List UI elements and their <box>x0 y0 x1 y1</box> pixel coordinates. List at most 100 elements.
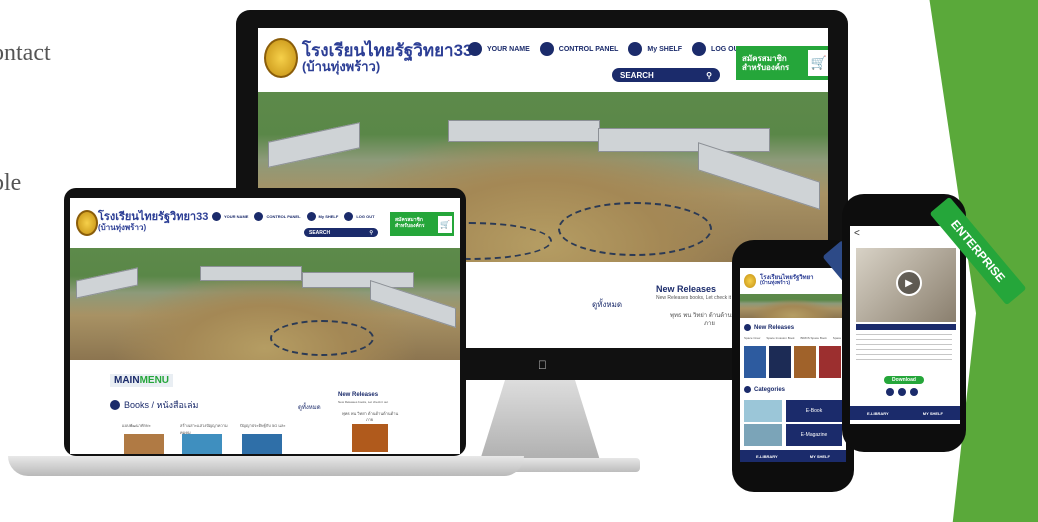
member-line2: สำหรับองค์กร <box>742 63 790 72</box>
laptop-brand[interactable]: โรงเรียนไทยรัฐวิทยา33 (บ้านทุ่งพร้าว) <box>98 211 208 232</box>
pro-cat-thumb-2[interactable] <box>744 424 782 446</box>
laptop-book-cover-2[interactable] <box>182 434 222 454</box>
share-icon-3[interactable] <box>910 388 918 396</box>
logout-icon[interactable] <box>692 42 707 56</box>
main-menu-b: MENU <box>139 375 170 386</box>
laptop-screen: โรงเรียนไทยรัฐวิทยา33 (บ้านทุ่งพร้าว) YO… <box>70 198 460 454</box>
laptop-book-cover-1[interactable] <box>124 434 164 454</box>
desktop-member-button[interactable]: สมัครสมาชิก สำหรับองค์กร 🛒 <box>736 46 828 80</box>
desktop-header: โรงเรียนไทยรัฐวิทยา33 (บ้านทุ่งพร้าว) YO… <box>258 28 828 92</box>
laptop-book-cover-3[interactable] <box>242 434 282 454</box>
cart-icon: 🛒 <box>808 50 828 76</box>
pro-nav-myshelf[interactable]: MY SHELF <box>810 454 830 459</box>
laptop-logo-icon <box>76 210 98 236</box>
laptop-main-menu: MAINMENU <box>110 374 174 387</box>
book-icon[interactable] <box>628 42 643 56</box>
side-text-2: ble <box>0 170 22 196</box>
laptop-nav-my-shelf[interactable]: My SHELF <box>319 214 339 219</box>
pro-book-cover-3[interactable] <box>794 346 816 378</box>
pro-small-label-3: BIRDS Space Book <box>800 336 827 340</box>
enterprise-nav-elibrary[interactable]: E-LIBRARY <box>867 411 889 416</box>
desktop-nav: YOUR NAME CONTROL PANEL My SHELF LOG OUT <box>468 42 743 56</box>
desktop-school-sub: (บ้านทุ่งพร้าว) <box>302 58 381 74</box>
pro-cat-ebook[interactable]: E-Book <box>786 400 842 422</box>
laptop-new-releases-title: New Releases <box>338 392 379 398</box>
download-button[interactable]: Download <box>884 376 924 384</box>
laptop-book-caption-2: ภาย <box>366 417 374 422</box>
pro-phone-screen: โรงเรียนไทยรัฐวิทยา (บ้านทุ่งพร้าว) New … <box>740 268 846 462</box>
enterprise-title-bar <box>856 324 956 330</box>
play-icon[interactable]: ▶ <box>896 270 922 296</box>
desktop-new-releases-sub: New Releases books, Let check it <box>656 295 732 301</box>
pro-aerial-photo <box>740 294 846 318</box>
laptop-search-label: SEARCH <box>309 229 331 236</box>
member-line1: สมัครสมาชิก <box>742 53 787 63</box>
back-chevron-icon[interactable]: < <box>854 228 860 239</box>
search-icon[interactable]: ⚲ <box>706 71 712 80</box>
pro-logo-icon <box>744 274 756 288</box>
pro-small-label-4: Space <box>832 336 842 340</box>
share-icons <box>886 388 918 396</box>
laptop-nav-control-panel[interactable]: CONTROL PANEL <box>266 214 300 219</box>
laptop-release-cover[interactable] <box>352 424 388 452</box>
desktop-see-all-link[interactable]: ดูทั้งหมด <box>592 298 622 311</box>
side-text-1: ontact <box>0 40 51 66</box>
laptop-see-all-link[interactable]: ดูทั้งหมด <box>298 402 321 412</box>
pro-categories-icon <box>744 386 751 393</box>
desktop-school-name: โรงเรียนไทยรัฐวิทยา33 <box>302 41 473 60</box>
laptop-member-button[interactable]: สมัครสมาชิก สำหรับองค์กร 🛒 <box>390 212 454 236</box>
pro-nav-elibrary[interactable]: E-LIBRARY <box>756 454 778 459</box>
desktop-book-caption: พุทธ พน วิทย่า ด้านด้านพ <box>670 313 736 319</box>
laptop-logout-icon[interactable] <box>344 212 354 221</box>
laptop-gear-icon[interactable] <box>254 212 264 221</box>
nav-my-shelf[interactable]: My SHELF <box>647 46 682 53</box>
laptop-nav-your-name[interactable]: YOUR NAME <box>224 214 248 219</box>
pro-school-sub: (บ้านทุ่งพร้าว) <box>760 280 791 287</box>
laptop-cart-icon: 🛒 <box>438 215 452 233</box>
enterprise-video-thumbnail[interactable]: ▶ <box>856 248 956 322</box>
enterprise-nav-myshelf[interactable]: MY SHELF <box>923 411 943 416</box>
gear-icon[interactable] <box>539 42 554 56</box>
nav-control-panel[interactable]: CONTROL PANEL <box>559 46 619 53</box>
laptop-books-heading[interactable]: Books / หนังสือเล่ม <box>110 398 198 412</box>
pro-cat-emagazine[interactable]: E-Magazine <box>786 424 842 446</box>
laptop-member-line2: สำหรับองค์กร <box>395 223 425 229</box>
pro-book-cover-4[interactable] <box>819 346 841 378</box>
laptop-base <box>8 456 524 476</box>
desktop-book-caption-2: ภาย <box>704 321 715 327</box>
pro-small-label-2: Space Invasion Book <box>766 336 795 340</box>
pro-bottom-nav: E-LIBRARY MY SHELF <box>740 450 846 462</box>
pro-book-cover-1[interactable] <box>744 346 766 378</box>
share-icon-1[interactable] <box>886 388 894 396</box>
search-label: SEARCH <box>620 70 654 80</box>
laptop-user-icon[interactable] <box>212 212 221 221</box>
pro-categories: Categories <box>744 386 785 393</box>
pro-small-labels: Space Crew Space Invasion Book BIRDS Spa… <box>744 336 841 340</box>
enterprise-bottom-nav: E-LIBRARY MY SHELF <box>850 406 960 420</box>
books-icon <box>110 400 120 410</box>
laptop-nav-log-out[interactable]: LOG OUT <box>356 214 374 219</box>
laptop-book-title-3[interactable]: ปัญญาประดิษฐ์กับ 5G และ <box>240 422 290 429</box>
pro-small-label-1: Space Crew <box>744 336 761 340</box>
share-icon-2[interactable] <box>898 388 906 396</box>
desktop-search-input[interactable]: SEARCH ⚲ <box>612 68 720 82</box>
laptop-search-input[interactable]: SEARCH ⚲ <box>304 228 378 237</box>
desktop-new-releases-title: New Releases <box>656 284 717 294</box>
pro-new-releases-icon <box>744 324 751 331</box>
user-icon[interactable] <box>468 42 482 56</box>
pro-cat-thumb-1[interactable] <box>744 400 782 422</box>
pro-brand[interactable]: โรงเรียนไทยรัฐวิทยา (บ้านทุ่งพร้าว) <box>760 275 814 287</box>
laptop-search-icon[interactable]: ⚲ <box>369 230 373 236</box>
pro-book-cover-2[interactable] <box>769 346 791 378</box>
pro-categories-label: Categories <box>754 386 786 393</box>
pro-new-releases-label: New Releases <box>754 324 795 331</box>
laptop-nav: YOUR NAME CONTROL PANEL My SHELF LOG OUT <box>212 212 375 221</box>
desktop-brand[interactable]: โรงเรียนไทยรัฐวิทยา33 (บ้านทุ่งพร้าว) <box>302 42 472 73</box>
books-label: Books / หนังสือเล่ม <box>124 400 199 410</box>
laptop-book-title-1[interactable]: แบบพัฒนาทักษะ <box>122 422 172 429</box>
apple-logo-icon:  <box>538 358 547 372</box>
laptop-book-icon[interactable] <box>306 212 316 221</box>
school-logo-icon <box>264 38 298 78</box>
enterprise-phone-screen: < ▶ Download E-LIBRARY MY SHELF <box>850 226 960 424</box>
nav-your-name[interactable]: YOUR NAME <box>487 46 530 53</box>
